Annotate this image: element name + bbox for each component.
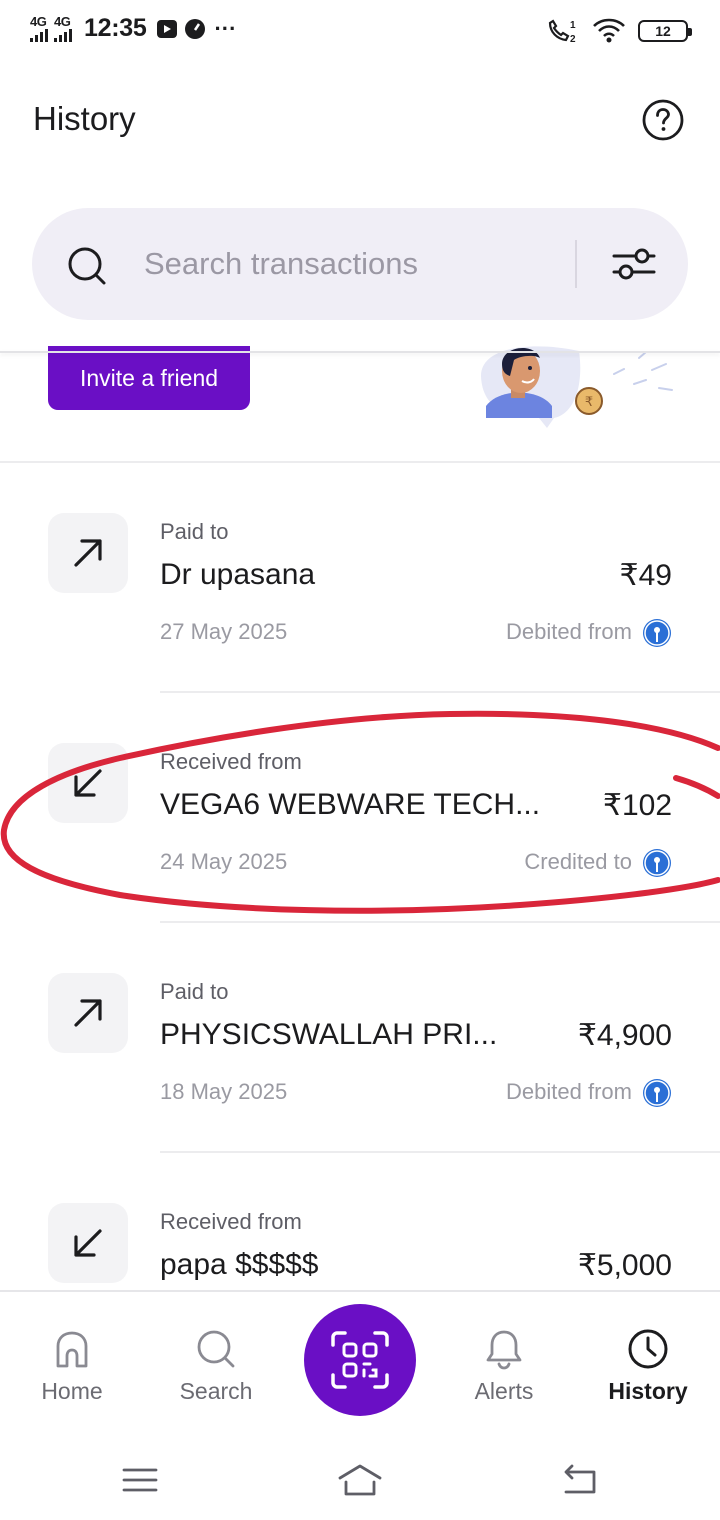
bank-logo-icon [643,1079,671,1107]
transaction-name: papa $$$$$ [160,1248,319,1281]
transaction-row[interactable]: Paid to Dr upasana ₹49 27 May 2025 Debit… [0,463,720,693]
nav-history-label: History [608,1378,688,1404]
wifi-call-icon: 1 2 [548,19,576,44]
bottom-nav: Home Search Alerts History [0,1290,720,1440]
status-time: 12:35 [84,14,147,42]
transaction-amount: ₹102 [602,789,672,822]
search-input[interactable] [144,238,564,290]
battery-icon: 12 [638,20,692,42]
transaction-type: Paid to [160,519,229,544]
nav-home-label: Home [41,1378,103,1404]
nav-search[interactable]: Search [156,1326,276,1405]
transaction-icon-box [48,743,128,823]
status-right: 1 2 12 [546,18,692,44]
transaction-account-label: Debited from [506,619,632,644]
bank-logo-icon [643,619,671,647]
transaction-name: PHYSICSWALLAH PRI... [160,1018,498,1051]
transaction-date: 27 May 2025 [160,619,288,644]
status-bar: 4G 4G 12:35 ··· 1 2 12 [0,0,720,66]
search-bar [32,208,688,320]
transaction-icon-box [48,973,128,1053]
transaction-date: 24 May 2025 [160,849,288,874]
search-divider [575,240,577,288]
svg-text:2: 2 [570,34,576,44]
transaction-icon-box [48,1203,128,1283]
signal-icon: 4G [54,15,72,42]
nav-history[interactable]: History [588,1326,708,1405]
svg-text:1: 1 [570,20,576,31]
transaction-type: Received from [160,1209,302,1234]
menu-icon[interactable] [118,1460,162,1500]
transaction-account-label: Credited to [524,849,632,874]
transaction-type: Received from [160,749,302,774]
scan-qr-button[interactable] [304,1304,416,1416]
transaction-name: Dr upasana [160,558,316,591]
signal-icon: 4G [30,15,48,42]
arrow-up-right-icon [74,539,102,567]
nav-alerts-label: Alerts [474,1378,534,1404]
qr-scan-icon [331,1331,389,1389]
transaction-amount: ₹4,900 [577,1019,672,1052]
transaction-row[interactable]: Received from VEGA6 WEBWARE TECH... ₹102… [0,693,720,923]
nav-home[interactable]: Home [12,1326,132,1405]
status-left: 4G 4G 12:35 ··· [30,14,236,43]
wifi-icon [593,18,625,43]
nav-alerts[interactable]: Alerts [444,1326,564,1405]
transaction-icon-box [48,513,128,593]
transaction-name: VEGA6 WEBWARE TECH... [160,788,541,821]
bank-logo-icon [643,849,671,877]
arrow-down-left-icon [74,1229,102,1257]
more-icon: ··· [214,15,237,41]
transaction-type: Paid to [160,979,229,1004]
home-gesture-icon[interactable] [336,1460,384,1500]
bell-icon [486,1330,522,1370]
page-title: History [33,100,136,137]
nav-search-label: Search [179,1378,253,1404]
search-icon [68,247,106,285]
transaction-amount: ₹49 [619,559,672,592]
transaction-amount: ₹5,000 [577,1249,672,1282]
invite-friend-button[interactable]: Invite a friend [48,346,250,410]
sliders-icon[interactable] [606,240,662,288]
svg-text:₹: ₹ [585,394,593,409]
system-nav-bar [0,1440,720,1520]
help-circle-icon[interactable] [642,99,684,141]
back-icon[interactable] [558,1460,602,1500]
referral-illustration: ₹ [481,346,673,428]
search-icon [197,1330,235,1368]
clock-icon [628,1329,668,1369]
speed-icon [185,18,206,39]
arrow-up-right-icon [74,999,102,1027]
transaction-row[interactable]: Paid to PHYSICSWALLAH PRI... ₹4,900 18 M… [0,923,720,1153]
arrow-down-left-icon [74,769,102,797]
youtube-icon [157,19,178,38]
header-divider [0,351,720,353]
transaction-account-label: Debited from [506,1079,632,1104]
transaction-date: 18 May 2025 [160,1079,288,1104]
home-icon [56,1331,88,1368]
